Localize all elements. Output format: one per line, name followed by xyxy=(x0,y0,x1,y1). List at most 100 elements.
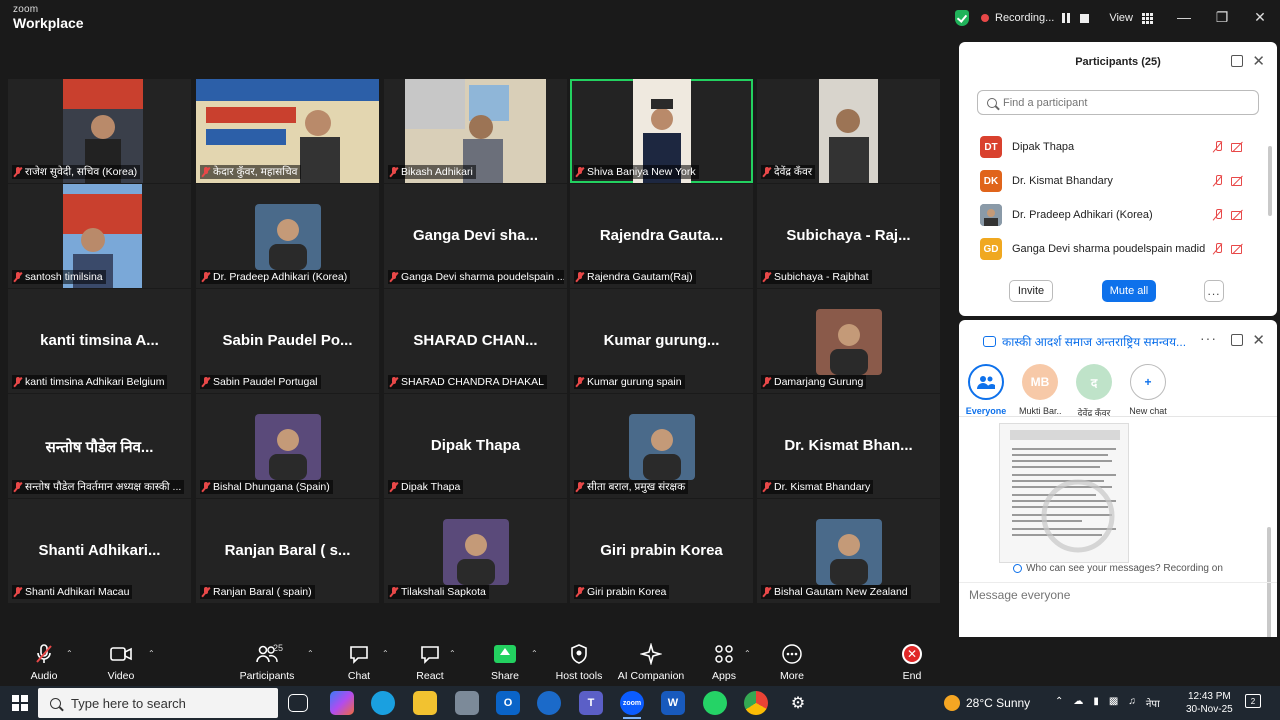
zoom-taskbar-icon[interactable]: zoom xyxy=(620,691,644,719)
plus-icon: + xyxy=(1130,364,1166,400)
video-tile[interactable]: सीता बराल, प्रमुख संरक्षक xyxy=(570,394,753,498)
participant-scrollbar[interactable] xyxy=(1268,146,1272,216)
participant-row[interactable]: GD Ganga Devi sharma poudelspain madid xyxy=(959,232,1267,266)
video-tile[interactable]: santosh timilsina xyxy=(8,184,191,288)
chat-close-icon[interactable]: ✕ xyxy=(1252,331,1265,349)
react-caret-icon[interactable]: ⌃ xyxy=(449,649,456,658)
who-can-see-link[interactable]: Who can see your messages? Recording on xyxy=(959,563,1277,574)
video-tile[interactable]: Damarjang Gurung xyxy=(757,289,940,393)
chrome-icon[interactable] xyxy=(744,691,768,715)
outlook-icon[interactable]: O xyxy=(496,691,520,715)
video-tile[interactable]: Kumar gurung... Kumar gurung spain xyxy=(570,289,753,393)
video-tile[interactable]: सन्तोष पौडेल निव... सन्तोष पौडेल निवर्तमा… xyxy=(8,394,191,498)
popout-icon[interactable] xyxy=(1231,55,1243,67)
chat-recipient-everyone[interactable]: Everyone xyxy=(965,364,1007,419)
invite-button[interactable]: Invite xyxy=(1009,280,1053,302)
video-tile[interactable]: राजेश सुवेदी, सचिव (Korea) xyxy=(8,79,191,183)
video-tile[interactable]: Subichaya - Raj... Subichaya - Rajbhat xyxy=(757,184,940,288)
windows-start-icon[interactable] xyxy=(12,695,28,711)
video-tile[interactable]: Shiva Baniya New York xyxy=(570,79,753,183)
video-tile[interactable]: Dr. Pradeep Adhikari (Korea) xyxy=(196,184,379,288)
maximize-icon[interactable]: ❐ xyxy=(1212,9,1232,26)
task-view-icon[interactable] xyxy=(288,694,308,712)
video-tile[interactable]: Shanti Adhikari... Shanti Adhikari Macau xyxy=(8,499,191,603)
video-tile[interactable]: kanti timsina A... kanti timsina Adhikari… xyxy=(8,289,191,393)
chat-button[interactable]: Chat xyxy=(329,641,389,682)
participants-button[interactable]: 25 Participants xyxy=(237,641,297,682)
video-tile[interactable]: Dr. Kismat Bhan... Dr. Kismat Bhandary xyxy=(757,394,940,498)
onedrive-icon[interactable]: ☁ xyxy=(1073,696,1083,710)
edge-icon[interactable] xyxy=(371,691,395,715)
notification-icon[interactable]: 2 xyxy=(1245,694,1261,708)
taskbar-clock[interactable]: 12:43 PM 30-Nov-25 xyxy=(1186,690,1233,716)
chat-title[interactable]: कास्की आदर्श समाज अन्तराष्ट्रिय समन्वय..… xyxy=(983,333,1186,350)
word-icon[interactable]: W xyxy=(661,691,685,715)
chat-caret-icon[interactable]: ⌃ xyxy=(382,649,389,658)
teams-icon[interactable]: T xyxy=(579,691,603,715)
close-window-icon[interactable]: ✕ xyxy=(1250,9,1270,26)
video-tile[interactable]: Ranjan Baral ( s... Ranjan Baral ( spain) xyxy=(196,499,379,603)
chat-more-icon[interactable]: ··· xyxy=(1200,330,1217,346)
minimize-icon[interactable]: — xyxy=(1174,9,1194,25)
weather-widget[interactable]: 28°C Sunny xyxy=(944,695,1030,711)
battery-icon[interactable]: ▮ xyxy=(1093,696,1099,710)
store-icon[interactable] xyxy=(537,691,561,715)
video-tile[interactable]: Bikash Adhikari xyxy=(384,79,567,183)
ai-companion-button[interactable]: AI Companion xyxy=(611,641,691,682)
apps-caret-icon[interactable]: ⌃ xyxy=(744,649,751,658)
shield-icon[interactable] xyxy=(955,10,969,26)
audio-button[interactable]: Audio xyxy=(14,641,74,682)
pause-recording-icon[interactable] xyxy=(1062,13,1071,23)
video-tile[interactable]: Giri prabin Korea Giri prabin Korea xyxy=(570,499,753,603)
audio-caret-icon[interactable]: ⌃ xyxy=(66,649,73,658)
video-tile[interactable]: Dipak Thapa Dipak Thapa xyxy=(384,394,567,498)
host-tools-button[interactable]: Host tools xyxy=(549,641,609,682)
grid-view-icon[interactable] xyxy=(1141,12,1153,24)
tray-chevron-icon[interactable]: ⌃ xyxy=(1055,696,1063,710)
mute-all-button[interactable]: Mute all xyxy=(1102,280,1156,302)
video-tile[interactable]: Bishal Dhungana (Spain) xyxy=(196,394,379,498)
photos-icon[interactable] xyxy=(455,691,479,715)
video-tile[interactable]: Ganga Devi sha... Ganga Devi sharma poude… xyxy=(384,184,567,288)
video-tile[interactable]: Tilakshali Sapkota xyxy=(384,499,567,603)
participants-more-button[interactable]: ... xyxy=(1204,280,1224,302)
shared-document-image[interactable] xyxy=(999,423,1129,563)
whatsapp-icon[interactable] xyxy=(703,691,727,715)
react-button[interactable]: React xyxy=(400,641,460,682)
participant-row[interactable]: DT Dipak Thapa xyxy=(959,130,1267,164)
video-caret-icon[interactable]: ⌃ xyxy=(148,649,155,658)
video-tile[interactable]: Rajendra Gauta... Rajendra Gautam(Raj) xyxy=(570,184,753,288)
apps-button[interactable]: Apps xyxy=(694,641,754,682)
copilot-icon[interactable] xyxy=(330,691,354,715)
share-caret-icon[interactable]: ⌃ xyxy=(531,649,538,658)
participant-search-input[interactable] xyxy=(1003,96,1243,109)
participant-row[interactable]: Dr. Pradeep Adhikari (Korea) xyxy=(959,198,1267,232)
file-explorer-icon[interactable] xyxy=(413,691,437,715)
participant-row[interactable]: DK Dr. Kismat Bhandary xyxy=(959,164,1267,198)
video-tile[interactable]: केदार कुँवर, महासचिव xyxy=(196,79,379,183)
language-indicator[interactable]: नेपा xyxy=(1146,696,1160,710)
chat-recipient-mukti[interactable]: MB Mukti Bar... xyxy=(1019,364,1061,419)
video-tile[interactable]: देवेंद्र कँवर xyxy=(757,79,940,183)
chat-scrollbar[interactable] xyxy=(1267,527,1271,655)
video-tile[interactable]: SHARAD CHAN... SHARAD CHANDRA DHAKAL xyxy=(384,289,567,393)
participant-search[interactable] xyxy=(977,90,1259,115)
volume-icon[interactable]: ♫ xyxy=(1128,696,1136,710)
video-button[interactable]: Video xyxy=(91,641,151,682)
stop-recording-icon[interactable] xyxy=(1080,13,1090,23)
end-button[interactable]: ✕ End xyxy=(882,641,942,682)
chat-popout-icon[interactable] xyxy=(1231,334,1243,346)
video-tile[interactable]: Sabin Paudel Po... Sabin Paudel Portugal xyxy=(196,289,379,393)
network-icon[interactable]: ▩ xyxy=(1109,696,1118,710)
participants-caret-icon[interactable]: ⌃ xyxy=(307,649,314,658)
view-button[interactable]: View xyxy=(1109,12,1133,24)
chat-message-input[interactable] xyxy=(969,588,1259,602)
new-chat-button[interactable]: + New chat xyxy=(1127,364,1169,419)
share-button[interactable]: Share xyxy=(475,641,535,682)
taskbar-search[interactable]: Type here to search xyxy=(38,688,278,718)
more-button[interactable]: More xyxy=(762,641,822,682)
video-tile[interactable]: Bishal Gautam New Zealand xyxy=(757,499,940,603)
chat-recipient-devendra[interactable]: द देवेंद्र कँवर xyxy=(1073,364,1115,419)
settings-gear-icon[interactable]: ⚙ xyxy=(786,691,810,715)
close-icon[interactable]: ✕ xyxy=(1252,52,1265,70)
